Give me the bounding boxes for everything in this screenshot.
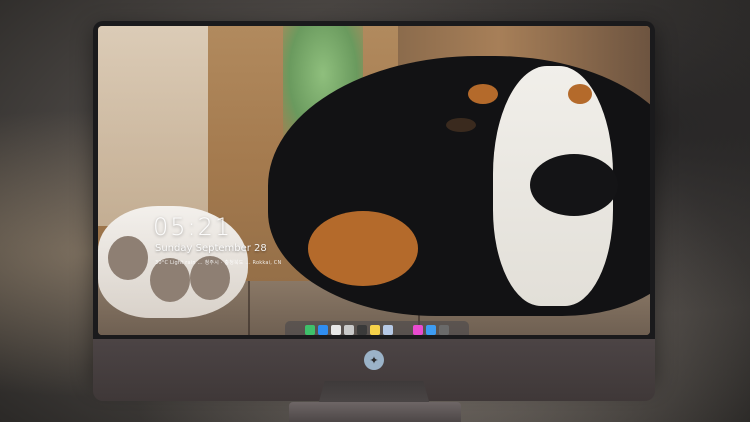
preview-icon[interactable] — [344, 325, 354, 335]
wallpaper-window — [98, 26, 208, 226]
messages-icon[interactable] — [318, 325, 328, 335]
finder-icon[interactable] — [305, 325, 315, 335]
clapper-icon[interactable] — [357, 325, 367, 335]
monitor-stand-base — [289, 402, 461, 422]
safari-icon[interactable] — [331, 325, 341, 335]
photos-icon[interactable] — [383, 325, 393, 335]
lock-screen[interactable]: 05:21 Sunday September 28 30°C Light rai… — [98, 26, 650, 335]
dog-nose — [530, 154, 618, 216]
imac-monitor: 05:21 Sunday September 28 30°C Light rai… — [93, 21, 655, 401]
lockscreen-weather: 30°C Light rain ... 청주시 · 충청북도 ... Rokka… — [155, 260, 282, 266]
app-store-icon[interactable] — [426, 325, 436, 335]
paw-pad — [108, 236, 148, 280]
dog-brow — [568, 84, 592, 104]
notes-icon[interactable] — [370, 325, 380, 335]
camera-icon[interactable] — [439, 325, 449, 335]
dog-eye — [446, 118, 476, 132]
lockscreen-clock: 05:21 — [153, 213, 233, 241]
floor-plank-line — [248, 281, 250, 335]
brand-logo-icon: ✦ — [364, 350, 384, 370]
dog-tan-patch — [308, 211, 418, 286]
dock — [285, 321, 469, 335]
lockscreen-date: Sunday September 28 — [155, 243, 267, 254]
dog-brow — [468, 84, 498, 104]
music-icon[interactable] — [413, 325, 423, 335]
